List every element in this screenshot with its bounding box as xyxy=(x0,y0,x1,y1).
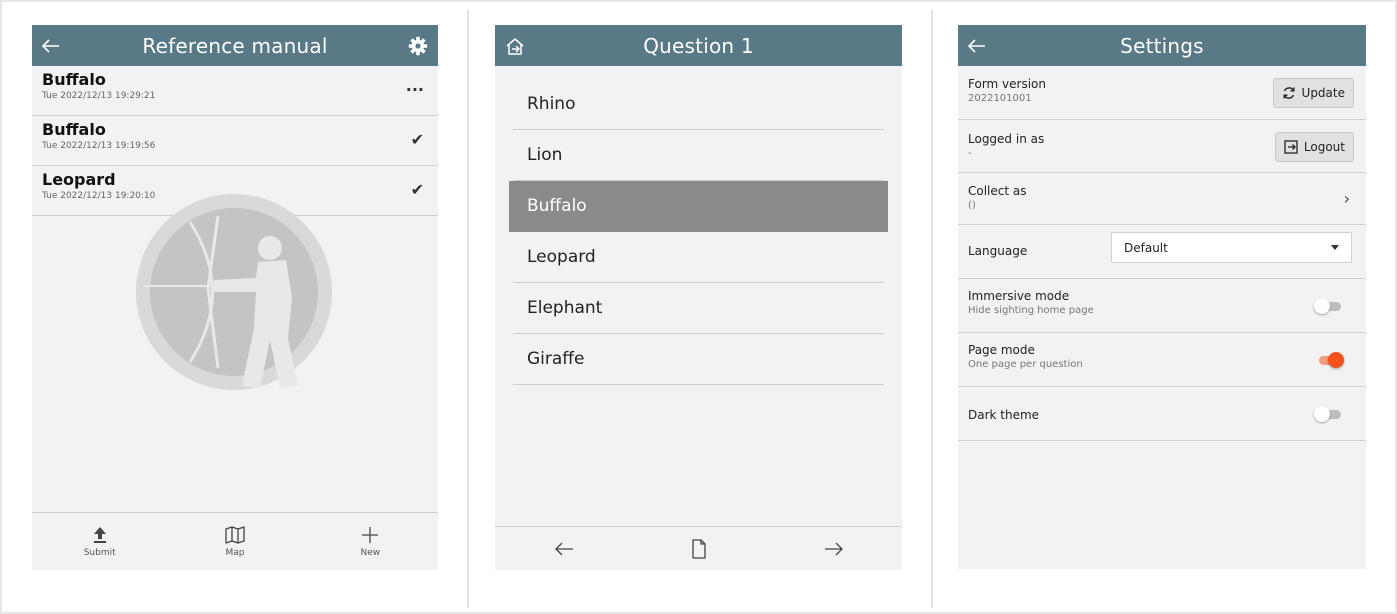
check-icon: ✔ xyxy=(410,180,424,199)
record-name: Leopard xyxy=(42,170,116,189)
settings-button[interactable] xyxy=(398,25,428,66)
settings-screen: Settings Form version 2022101001 Update … xyxy=(958,25,1366,569)
page-mode-toggle[interactable] xyxy=(1314,350,1344,370)
option-item[interactable]: Rhino xyxy=(513,79,884,130)
collect-as-row[interactable]: Collect as () › xyxy=(958,173,1366,225)
archer-logo-watermark xyxy=(136,194,332,390)
record-date: Tue 2022/12/13 19:19:56 xyxy=(42,141,156,151)
option-item[interactable]: Leopard xyxy=(513,232,884,283)
language-row: Language Default xyxy=(958,225,1366,279)
refresh-icon xyxy=(1283,87,1295,99)
dark-theme-toggle[interactable] xyxy=(1314,404,1344,424)
toggle-knob xyxy=(1328,352,1344,368)
immersive-mode-label: Immersive mode xyxy=(968,289,1070,303)
immersive-mode-sub: Hide sighting home page xyxy=(968,305,1094,316)
option-item[interactable]: Lion xyxy=(513,130,884,181)
logout-label: Logout xyxy=(1303,140,1345,154)
immersive-mode-toggle[interactable] xyxy=(1314,296,1344,316)
record-name: Buffalo xyxy=(42,120,106,139)
gear-icon xyxy=(408,36,428,55)
question-nav-bar xyxy=(495,526,902,570)
caret-down-icon xyxy=(1331,245,1339,250)
language-select[interactable]: Default xyxy=(1111,232,1352,263)
dark-theme-row: Dark theme xyxy=(958,387,1366,441)
page-mode-sub: One page per question xyxy=(968,359,1083,370)
immersive-mode-row: Immersive mode Hide sighting home page xyxy=(958,279,1366,333)
panel-divider xyxy=(467,10,469,608)
panel-divider xyxy=(931,10,933,608)
map-label: Map xyxy=(225,547,245,558)
option-item[interactable]: Elephant xyxy=(513,283,884,334)
page-title: Reference manual xyxy=(142,33,328,58)
plus-icon xyxy=(362,526,379,543)
app-bar: Settings xyxy=(958,25,1366,66)
language-label: Language xyxy=(968,244,1028,258)
check-icon: ✔ xyxy=(410,130,424,149)
new-button[interactable]: New xyxy=(303,513,438,570)
option-item-selected[interactable]: Buffalo xyxy=(509,181,888,232)
question-screen: Question 1 Rhino Lion Buffalo Leopard El… xyxy=(495,25,902,570)
language-select-value: Default xyxy=(1124,240,1168,255)
dark-theme-label: Dark theme xyxy=(968,408,1040,422)
submit-label: Submit xyxy=(83,547,116,558)
map-icon xyxy=(225,525,245,544)
page-mode-row: Page mode One page per question xyxy=(958,333,1366,387)
form-version-row: Form version 2022101001 Update xyxy=(958,66,1366,120)
arrow-left-icon[interactable] xyxy=(554,542,574,556)
option-item[interactable]: Giraffe xyxy=(513,334,884,385)
reference-manual-screen: Reference manual Buffalo Tue 2022/12/13 … xyxy=(32,25,438,570)
app-bar: Reference manual xyxy=(32,25,438,66)
page-mode-label: Page mode xyxy=(968,343,1035,357)
ellipsis-icon[interactable]: ··· xyxy=(406,80,424,99)
toggle-knob xyxy=(1314,406,1330,422)
logout-button[interactable]: Logout xyxy=(1274,132,1354,162)
record-item[interactable]: Buffalo Tue 2022/12/13 19:19:56 ✔ xyxy=(32,116,438,166)
page-icon[interactable] xyxy=(691,538,707,559)
update-label: Update xyxy=(1301,86,1345,100)
app-bar: Question 1 xyxy=(495,25,902,66)
bottom-action-bar: Submit Map New xyxy=(32,512,438,570)
new-label: New xyxy=(360,547,381,558)
page-title: Settings xyxy=(1120,33,1204,58)
map-button[interactable]: Map xyxy=(167,513,302,570)
arrow-right-icon[interactable] xyxy=(824,542,844,556)
record-item[interactable]: Buffalo Tue 2022/12/13 19:29:21 ··· xyxy=(32,66,438,116)
record-date: Tue 2022/12/13 19:29:21 xyxy=(42,91,156,101)
page-title: Question 1 xyxy=(643,33,754,58)
update-button[interactable]: Update xyxy=(1272,78,1354,108)
collect-as-label: Collect as xyxy=(968,184,1027,198)
record-name: Buffalo xyxy=(42,70,106,89)
upload-icon xyxy=(93,526,106,543)
collect-as-value: () xyxy=(968,200,976,211)
logout-icon xyxy=(1284,140,1298,154)
toggle-knob xyxy=(1314,298,1330,314)
chevron-right-icon: › xyxy=(1343,189,1350,208)
submit-button[interactable]: Submit xyxy=(32,513,167,570)
logged-in-row: Logged in as - Logout xyxy=(958,120,1366,173)
